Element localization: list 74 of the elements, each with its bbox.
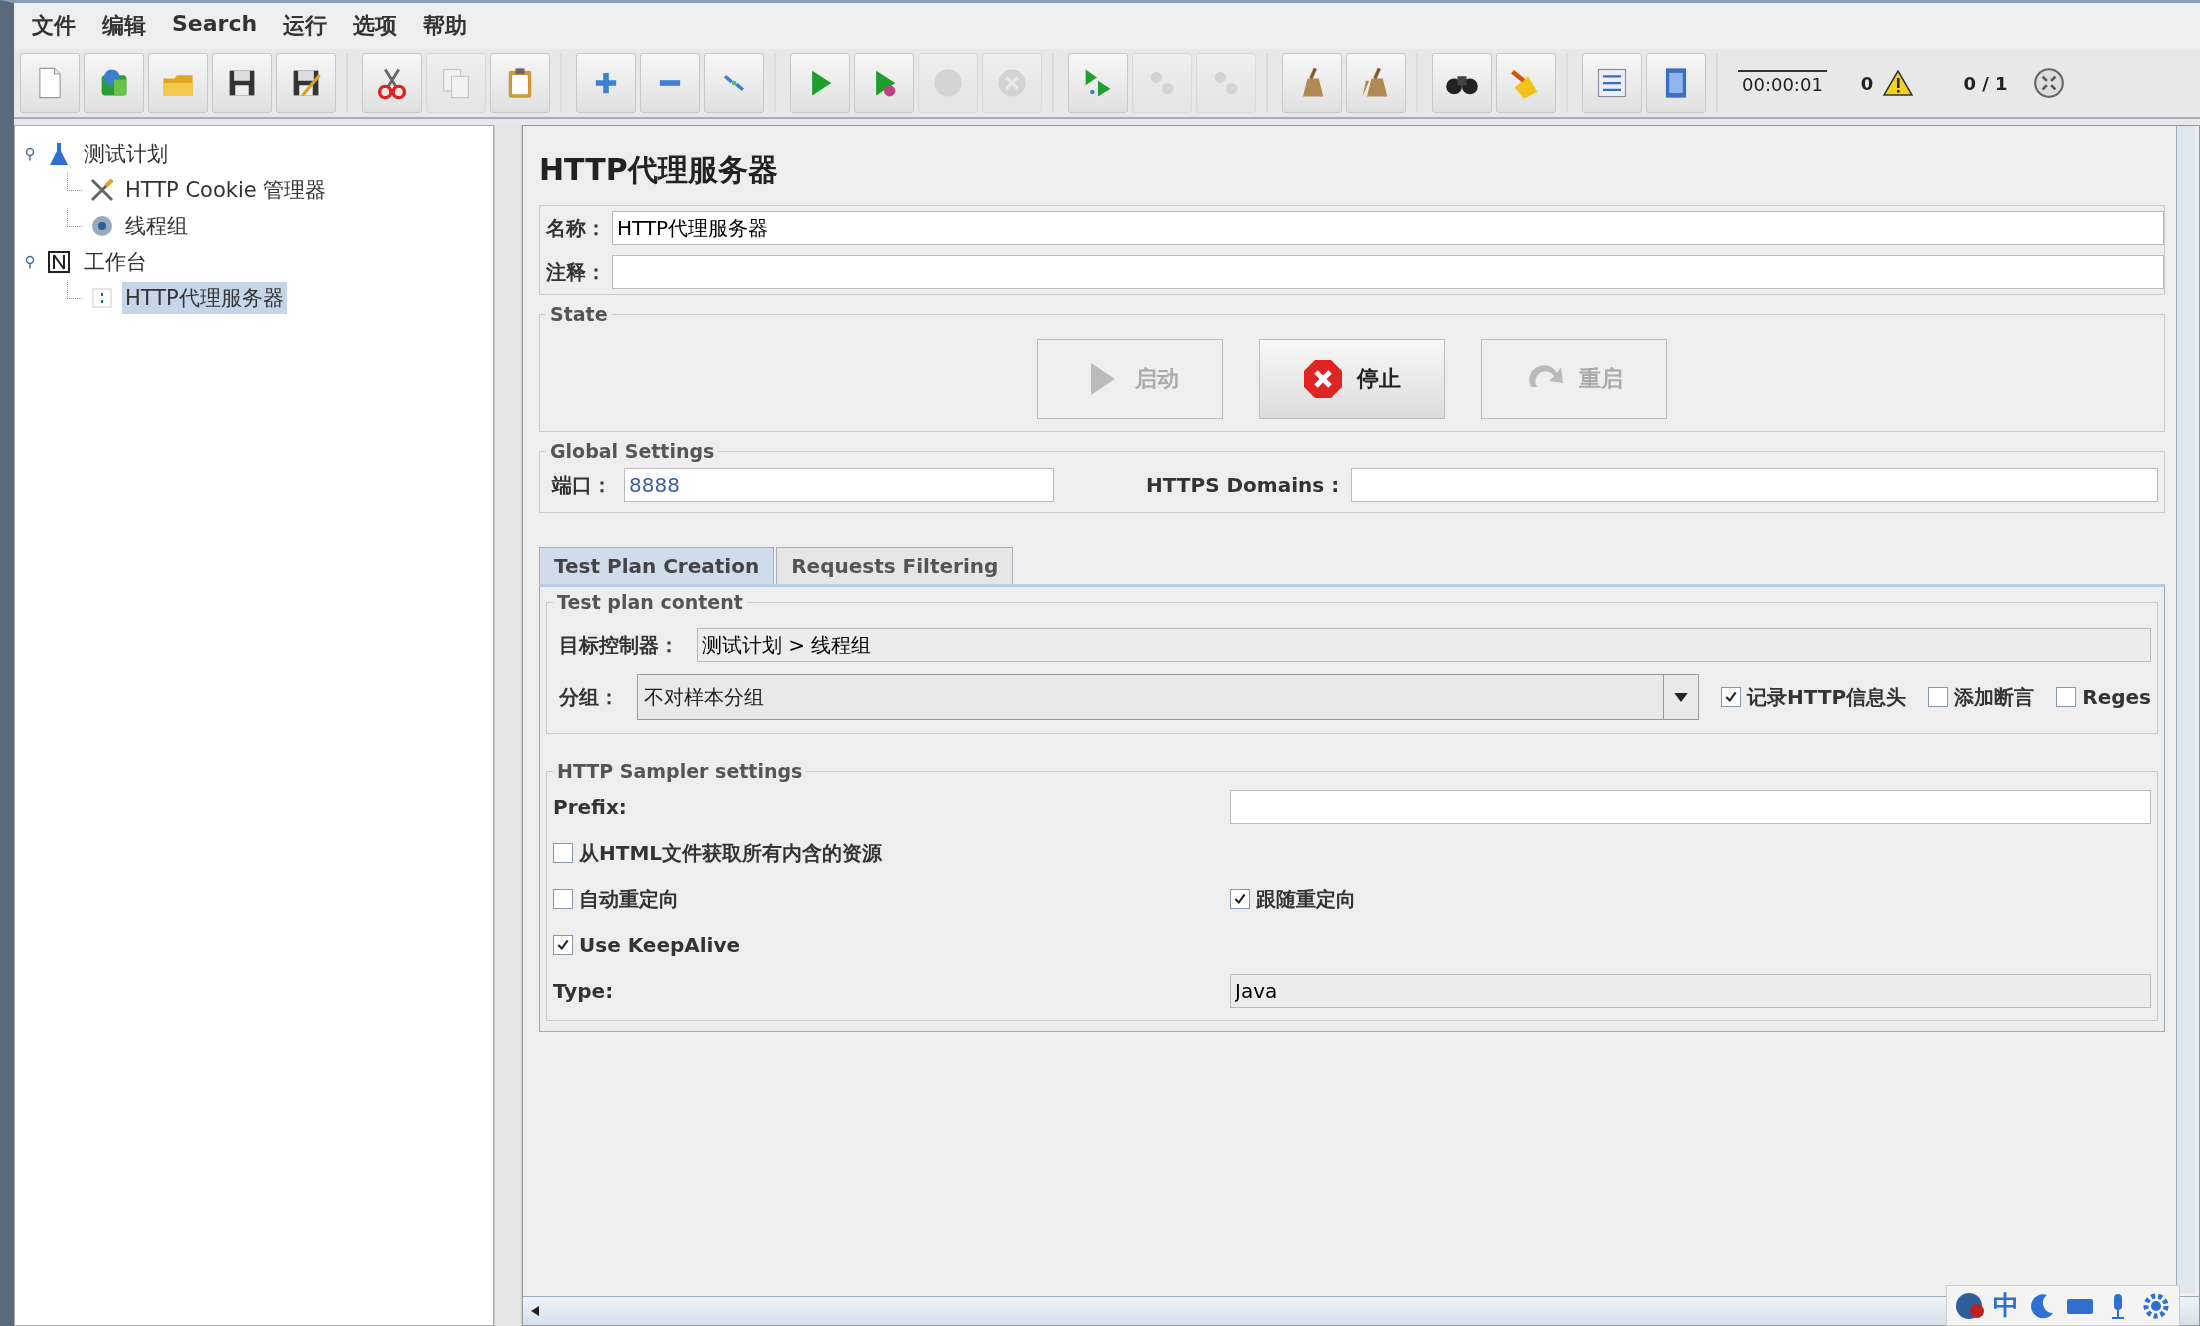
checkbox[interactable]: Use KeepAlive [553,933,1230,957]
toolbar-button[interactable] [212,53,272,113]
checkbox-label: Reges [2082,685,2151,709]
global-settings-legend: Global Settings [546,440,719,462]
check-icon [1724,690,1739,704]
tab[interactable]: Requests Filtering [776,547,1014,584]
checkbox-box[interactable] [2056,687,2077,707]
tree-item[interactable]: 测试计划 [81,138,171,170]
tools-icon [88,176,116,204]
type-label: Type: [553,979,615,1003]
https-domains-field[interactable] [1351,468,2158,502]
panel-title: HTTP代理服务器 [539,151,779,189]
vertical-scrollbar[interactable] [2176,126,2195,1293]
remote-status-icon [2031,66,2066,100]
menu-item[interactable]: 选项 [353,11,398,41]
check-icon [556,938,570,952]
prefix-field[interactable] [1230,790,2151,824]
name-label: 名称： [545,214,607,242]
input-mode-label[interactable]: 中 [1993,1288,2019,1323]
port-field[interactable]: 8888 [624,468,1054,502]
checkbox-box[interactable] [553,843,573,863]
warning-icon [1883,70,1914,96]
checkbox-label: 从HTML文件获取所有内含的资源 [579,839,883,867]
prefix-label: Prefix: [553,795,628,819]
tree-item[interactable]: 线程组 [122,210,191,242]
expand-handle-icon[interactable] [23,255,37,269]
checkbox-box[interactable] [553,935,573,955]
globe-icon [1955,1290,1985,1321]
checkbox-label: 跟随重定向 [1256,885,1356,913]
target-controller-label: 目标控制器： [558,631,680,659]
checkbox[interactable]: Reges [2056,685,2151,709]
stop-button[interactable]: 停止 [1259,339,1445,419]
checkbox-box[interactable] [553,889,573,909]
comment-label: 注释： [545,258,607,286]
expand-handle-icon[interactable] [23,147,37,161]
checkbox-label: Use KeepAlive [579,933,741,957]
tree-item[interactable]: HTTP代理服务器 [122,282,287,314]
caret-icon [1674,692,1689,702]
checkbox[interactable]: 自动重定向 [553,885,1230,913]
thread-count: 0 / 1 [1963,72,2008,94]
comment-field[interactable] [612,255,2164,289]
menu-item[interactable]: Search [172,11,258,41]
checkbox-box[interactable] [1721,687,1742,707]
target-controller-field[interactable]: 测试计划 > 线程组 [697,628,2151,662]
workbench-icon [45,248,73,276]
check-icon [1233,892,1247,906]
toolbar-button[interactable] [1432,53,1492,113]
checkbox-label: 添加断言 [1954,683,2035,711]
tree-item[interactable]: HTTP Cookie 管理器 [122,174,330,206]
checkbox-box[interactable] [1928,687,1949,707]
name-field[interactable]: HTTP代理服务器 [612,211,2164,245]
menu-item[interactable]: 帮助 [423,11,468,41]
stop-icon [1303,359,1343,399]
state-legend: State [546,303,612,325]
menu-item[interactable]: 运行 [283,11,328,41]
grouping-label: 分组： [558,683,620,711]
port-label: 端口： [550,471,613,499]
checkbox[interactable]: 添加断言 [1928,683,2035,711]
scroll-left-icon[interactable] [531,1306,539,1316]
grouping-dropdown[interactable]: 不对样本分组 [637,674,1700,720]
checkbox[interactable]: 跟随重定向 [1230,885,2151,913]
menu-item[interactable]: 编辑 [102,11,146,41]
checkbox[interactable]: 从HTML文件获取所有内含的资源 [553,839,1230,867]
elapsed-time: 00:00:01 [1738,69,1827,97]
test-plan-content-legend: Test plan content [553,591,747,613]
sampler-settings-legend: HTTP Sampler settings [553,760,807,782]
checkbox-box[interactable] [1230,889,1250,909]
tree-item[interactable]: 工作台 [81,246,150,278]
menu-item[interactable]: 文件 [32,11,76,41]
tab[interactable]: Test Plan Creation [539,547,775,584]
toolbar-button[interactable] [276,53,336,113]
error-count: 0 [1860,72,1874,94]
https-domains-label: HTTPS Domains : [1145,473,1341,497]
checkbox-label: 自动重定向 [579,885,679,913]
